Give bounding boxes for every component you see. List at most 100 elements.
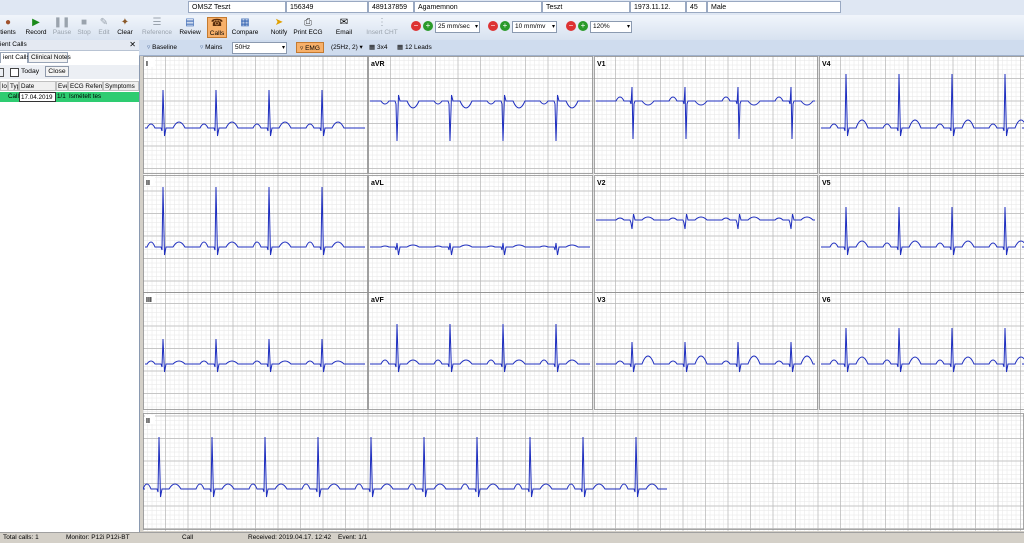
lead-label: III: [146, 297, 152, 304]
review-button[interactable]: ▤ Review: [178, 17, 202, 38]
baseline-button[interactable]: ▿ Baseline: [147, 42, 177, 53]
close-icon[interactable]: ✕: [129, 40, 136, 50]
lead-label: V6: [822, 297, 831, 304]
notify-icon: ➤: [269, 17, 289, 29]
gain-select[interactable]: 10 mm/mv▾: [512, 21, 557, 33]
patient-info-bar: OMSZ Teszt 156349 489137859 Agamemnon Te…: [0, 0, 1024, 15]
ssn-field: 489137859: [368, 1, 414, 13]
column-header[interactable]: Typ: [8, 81, 19, 91]
paper-speed-select[interactable]: 25 mm/sec ▾: [435, 21, 480, 33]
email-label: Email: [336, 29, 352, 36]
lead-label: aVL: [371, 180, 385, 187]
first-name-field: Agamemnon: [414, 1, 542, 13]
clear-button[interactable]: ✦ Clear: [116, 17, 134, 38]
column-header[interactable]: Symptoms: [103, 81, 139, 91]
patients-label: tients: [0, 29, 16, 36]
compare-label: Compare: [232, 29, 259, 36]
speed-zoom-out-icon[interactable]: −: [411, 21, 421, 31]
view-zoom-in-icon[interactable]: +: [578, 21, 588, 31]
column-header[interactable]: Date: [19, 81, 56, 91]
edit-icon: ✎: [97, 17, 111, 29]
phone-icon: ☎: [208, 18, 226, 30]
filter-icon: ▿: [300, 45, 303, 52]
status-bar: Total calls: 1 Monitor: P12i P12i-BT Cal…: [0, 532, 1024, 543]
compare-icon: ▦: [231, 17, 259, 29]
edit-button[interactable]: ✎ Edit: [97, 17, 111, 38]
tab-patient-calls[interactable]: ient Calls: [0, 52, 28, 63]
row-symptoms: [103, 92, 139, 102]
lead-panel: [595, 176, 818, 293]
grid-icon: ▦: [369, 44, 375, 51]
calls-label: Calls: [210, 30, 224, 37]
column-header[interactable]: ECG Referr: [68, 81, 103, 91]
column-header[interactable]: Eve: [56, 81, 68, 91]
calls-button[interactable]: ☎ Calls: [207, 17, 227, 38]
play-icon: ▶: [24, 17, 48, 29]
ecg-display[interactable]: IaVRV1V4IIaVLV2V5IIIaVFV3V6II: [143, 56, 1024, 531]
layout-label: 3x4: [377, 44, 387, 51]
lead-label: V1: [597, 61, 606, 68]
stop-icon: ■: [76, 17, 92, 29]
print-ecg-button[interactable]: ⎙ Print ECG: [293, 17, 323, 38]
patients-button[interactable]: ● tients: [0, 17, 16, 38]
mains-value: 50Hz: [235, 44, 250, 51]
main-toolbar: ● tients ▶ Record ❚❚ Pause ■ Stop ✎ Edit…: [0, 15, 1024, 41]
column-header[interactable]: lo: [0, 81, 8, 91]
notify-button[interactable]: ➤ Notify: [269, 17, 289, 38]
gain-zoom-in-icon[interactable]: +: [500, 21, 510, 31]
zoom-value: 120%: [593, 23, 610, 30]
pause-button[interactable]: ❚❚ Pause: [52, 17, 72, 38]
mains-button[interactable]: ▿ Mains: [200, 42, 222, 53]
zoom-select[interactable]: 120% ▾: [590, 21, 632, 33]
edit-label: Edit: [98, 29, 109, 36]
chevron-down-icon: ▾: [627, 22, 630, 32]
today-checkbox[interactable]: [10, 68, 19, 77]
row-ecg-reference: Ismételt tes: [68, 92, 103, 102]
facility-field: OMSZ Teszt: [188, 1, 286, 13]
stop-label: Stop: [77, 29, 90, 36]
insert-icon: ⋮: [366, 17, 398, 29]
close-button[interactable]: Close: [45, 66, 69, 77]
lead-label: II: [146, 180, 150, 187]
view-zoom-out-icon[interactable]: −: [566, 21, 576, 31]
insert-cht-button[interactable]: ⋮ Insert CHT: [366, 17, 398, 38]
lead-label: aVF: [371, 297, 385, 304]
chevron-down-icon: ▾: [475, 22, 478, 32]
ecg-filter-bar: ▿ Baseline ▿ Mains 50Hz▾ ▿ EMG (25Hz, 2)…: [139, 40, 1024, 56]
speed-zoom-in-icon[interactable]: +: [423, 21, 433, 31]
sex-field: Male: [707, 1, 841, 13]
reference-button[interactable]: ☰ Reference: [141, 17, 173, 38]
baseline-label: Baseline: [152, 44, 177, 51]
mains-select[interactable]: 50Hz▾: [232, 42, 287, 54]
collapse-icon[interactable]: [0, 68, 4, 77]
review-label: Review: [179, 29, 200, 36]
tab-clinical-notes[interactable]: Clinical Notes: [28, 52, 68, 63]
lead-label: V2: [597, 180, 606, 187]
paper-speed-value: 25 mm/sec: [438, 23, 470, 30]
chevron-down-icon: ▾: [552, 22, 555, 32]
print-icon: ⎙: [293, 17, 323, 29]
email-button[interactable]: ✉ Email: [333, 17, 355, 38]
panel-title: ient Calls: [0, 40, 139, 51]
panel-filter-bar: Today Close: [0, 65, 139, 79]
birth-date-field: 1973.11.12.: [630, 1, 686, 13]
twelve-leads-button[interactable]: ▦ 12 Leads: [397, 42, 432, 53]
clear-label: Clear: [117, 29, 133, 36]
print-ecg-label: Print ECG: [293, 29, 322, 36]
leads-label: 12 Leads: [405, 44, 432, 51]
notify-label: Notify: [271, 29, 288, 36]
lead-panel: [595, 293, 818, 410]
emg-button[interactable]: ▿ EMG: [296, 42, 324, 53]
pause-icon: ❚❚: [52, 17, 72, 29]
compare-button[interactable]: ▦ Compare: [231, 17, 259, 38]
gain-zoom-out-icon[interactable]: −: [488, 21, 498, 31]
mains-label: Mains: [205, 44, 222, 51]
rhythm-lead-label: II: [146, 418, 150, 425]
email-icon: ✉: [333, 17, 355, 29]
record-button[interactable]: ▶ Record: [24, 17, 48, 38]
review-icon: ▤: [178, 17, 202, 29]
stop-button[interactable]: ■ Stop: [76, 17, 92, 38]
insert-cht-label: Insert CHT: [366, 29, 397, 36]
layout-3x4-button[interactable]: ▦ 3x4: [369, 42, 387, 53]
emg-settings[interactable]: (25Hz, 2) ▾: [331, 42, 363, 53]
